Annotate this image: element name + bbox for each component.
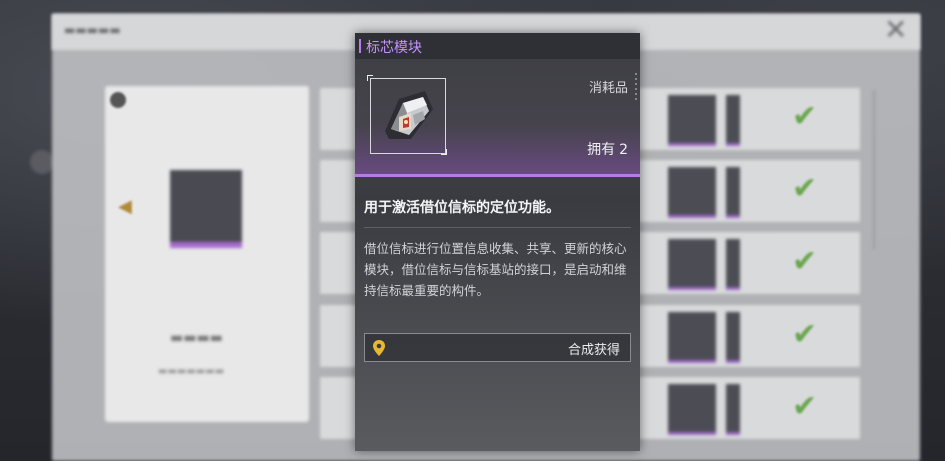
background-thumb bbox=[726, 384, 740, 435]
decorative-dots bbox=[635, 73, 637, 103]
owned-value: 2 bbox=[619, 142, 628, 158]
background-arrow-icon: ◀ bbox=[118, 196, 132, 217]
background-check-icon: ✔ bbox=[792, 389, 818, 424]
background-thumb bbox=[726, 167, 740, 218]
tooltip-header: 标芯模块 bbox=[355, 33, 640, 59]
background-check-icon: ✔ bbox=[792, 99, 818, 134]
item-name: 标芯模块 bbox=[366, 40, 422, 56]
header-accent-bar bbox=[359, 39, 361, 53]
background-card-title: ▬▬▬▬ bbox=[170, 330, 223, 346]
item-summary: 用于激活借位信标的定位功能。 bbox=[364, 200, 560, 216]
rarity-bar bbox=[355, 174, 640, 177]
location-pin-icon bbox=[372, 339, 386, 357]
item-description: 借位信标进行位置信息收集、共享、更新的核心模块，借位信标与信标基站的接口，是启动… bbox=[364, 241, 627, 298]
frame-corner bbox=[367, 75, 373, 81]
background-thumb bbox=[668, 384, 716, 435]
background-card-item bbox=[170, 170, 242, 248]
item-category: 消耗品 bbox=[588, 81, 628, 96]
background-scrollbar bbox=[872, 90, 876, 250]
background-check-icon: ✔ bbox=[792, 244, 818, 279]
item-tooltip: 标芯模块 消耗品 拥有 2 用于激活借位信标的定位功能。 借位信标进行位置信息收集… bbox=[355, 33, 640, 451]
background-nav-button bbox=[30, 150, 54, 174]
background-thumb bbox=[668, 312, 716, 363]
source-label: 合成获得 bbox=[567, 343, 620, 358]
background-check-icon: ✔ bbox=[792, 317, 818, 352]
owned-label: 拥有 bbox=[587, 142, 616, 158]
beacon-core-module-icon bbox=[377, 85, 439, 147]
background-thumb bbox=[726, 95, 740, 146]
background-card-subtitle: ▬▬▬▬▬▬▬ bbox=[158, 366, 225, 377]
background-check-icon: ✔ bbox=[792, 171, 818, 206]
background-thumb bbox=[668, 239, 716, 290]
owned-count: 拥有 2 bbox=[583, 139, 628, 159]
background-thumb bbox=[726, 312, 740, 363]
background-panel-title: ▬▬▬▬▬ bbox=[64, 23, 121, 37]
background-thumb bbox=[668, 167, 716, 218]
background-help-icon bbox=[110, 92, 126, 108]
background-close-icon: ✕ bbox=[884, 13, 908, 46]
background-thumb bbox=[668, 95, 716, 146]
source-button[interactable]: 合成获得 bbox=[364, 333, 631, 362]
frame-corner bbox=[441, 149, 447, 155]
divider bbox=[364, 227, 631, 228]
background-thumb bbox=[726, 239, 740, 290]
